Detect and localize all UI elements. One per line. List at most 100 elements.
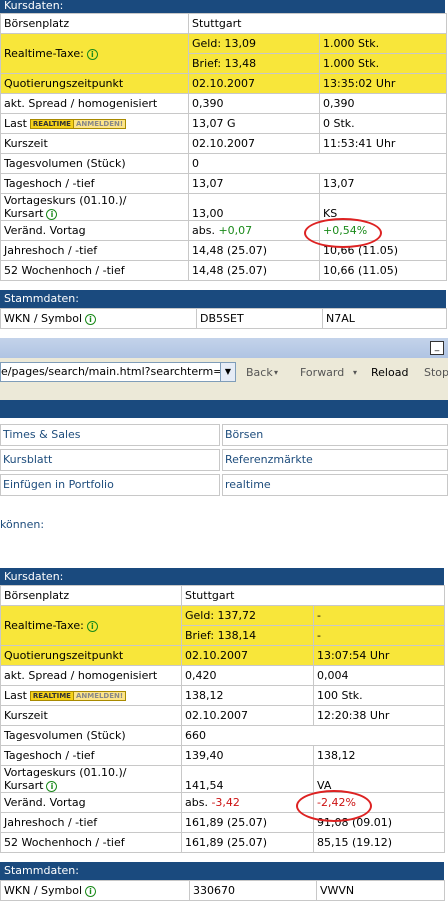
value-1: 139,40 bbox=[181, 745, 314, 766]
label: Veränd. Vortag bbox=[0, 220, 189, 241]
url-text[interactable]: e/pages/search/main.html?searchterm=3306 bbox=[1, 365, 221, 378]
info-icon[interactable]: i bbox=[85, 885, 96, 897]
value-2: 85,15 (19.12) bbox=[312, 832, 446, 853]
url-bar[interactable]: e/pages/search/main.html?searchterm=3306 bbox=[0, 362, 222, 382]
label: Tagesvolumen (Stück) bbox=[0, 725, 182, 746]
abs-value: -3,42 bbox=[211, 796, 240, 809]
row-wochenhoch: 52 Wochenhoch / -tief 161,89 (25.07) 85,… bbox=[0, 832, 446, 853]
row-kurszeit: Kurszeit 02.10.2007 12:20:38 Uhr bbox=[0, 705, 446, 726]
label-line-2: Kursart bbox=[4, 207, 44, 220]
info-icon[interactable]: i bbox=[86, 48, 98, 60]
vortageskurs-label-cell: Vortageskurs (01.10.)/Kursart i bbox=[0, 193, 189, 221]
kursdaten-title: Kursdaten: bbox=[4, 0, 64, 12]
value-2: 13:07:54 Uhr bbox=[312, 645, 446, 666]
kursdaten-header-bottom: Kursdaten: bbox=[0, 568, 444, 585]
value-2: 0,390 bbox=[318, 93, 448, 114]
minimize-icon[interactable]: _ bbox=[430, 341, 444, 355]
link-referenzmaerkte[interactable]: Referenzmärkte bbox=[222, 449, 448, 471]
row-tageshoch: Tageshoch / -tief 139,40 138,12 bbox=[0, 745, 446, 766]
row-realtime-geld: Realtime-Taxe: i Geld: 137,72 - bbox=[0, 605, 446, 646]
link-boersen[interactable]: Börsen bbox=[222, 424, 448, 446]
back-button[interactable]: Back bbox=[246, 366, 273, 379]
label-line-2: Kursart bbox=[4, 779, 44, 792]
row-veraend: Veränd. Vortag abs. -3,42 -2,42% bbox=[0, 792, 446, 813]
kursdaten-table-bottom: Börsenplatz Stuttgart Realtime-Taxe: i Ge… bbox=[0, 585, 446, 853]
badge-anmelden[interactable]: ANMELDEN! bbox=[73, 691, 127, 701]
stammdaten-title: Stammdaten: bbox=[4, 292, 79, 305]
link-times-sales[interactable]: Times & Sales bbox=[0, 424, 220, 446]
forward-button[interactable]: Forward bbox=[300, 366, 344, 379]
stammdaten-header-bottom: Stammdaten: bbox=[0, 862, 444, 880]
stammdaten-table-top: WKN / Symbol i DB5SET N7AL bbox=[0, 308, 447, 329]
realtime-anmelden-badge[interactable]: REALTIME ANMELDEN! bbox=[29, 119, 127, 129]
label: akt. Spread / homogenisiert bbox=[0, 93, 189, 114]
value-1: 330670 bbox=[189, 880, 317, 901]
label: Kurszeit bbox=[0, 705, 182, 726]
info-icon[interactable]: i bbox=[86, 620, 98, 632]
realtime-anmelden-badge[interactable]: REALTIME ANMELDEN! bbox=[29, 691, 127, 701]
row-tagesvolumen: Tagesvolumen (Stück) 0 bbox=[0, 153, 448, 174]
row-last: Last REALTIME ANMELDEN! 13,07 G 0 Stk. bbox=[0, 113, 448, 134]
value-1: 14,48 (25.07) bbox=[188, 240, 320, 261]
value-2: N7AL bbox=[322, 308, 447, 329]
value-1: 02.10.2007 bbox=[181, 645, 314, 666]
brief-qty: - bbox=[312, 625, 446, 646]
info-icon[interactable]: i bbox=[85, 313, 96, 325]
forward-dropdown-icon[interactable]: ▾ bbox=[353, 368, 357, 377]
row-kurszeit: Kurszeit 02.10.2007 11:53:41 Uhr bbox=[0, 133, 448, 154]
label: Jahreshoch / -tief bbox=[0, 812, 182, 833]
link-einfuegen-portfolio[interactable]: Einfügen in Portfolio bbox=[0, 474, 220, 496]
value: Stuttgart bbox=[187, 13, 448, 34]
value-2: 0 Stk. bbox=[318, 113, 448, 134]
badge-anmelden[interactable]: ANMELDEN! bbox=[73, 119, 127, 129]
reload-button[interactable]: Reload bbox=[371, 366, 408, 379]
link-kursblatt[interactable]: Kursblatt bbox=[0, 449, 220, 471]
stammdaten-table-bottom: WKN / Symbol i 330670 VWVN bbox=[0, 880, 445, 901]
label: akt. Spread / homogenisiert bbox=[0, 665, 182, 686]
dropdown-arrow-icon[interactable]: ▼ bbox=[220, 362, 236, 382]
row-boersenplatz: Börsenplatz Stuttgart bbox=[0, 13, 448, 34]
badge-realtime[interactable]: REALTIME bbox=[29, 691, 74, 701]
wkn-label-cell: WKN / Symbol i bbox=[0, 308, 197, 329]
row-wkn: WKN / Symbol i DB5SET N7AL bbox=[0, 308, 447, 329]
value-1: 02.10.2007 bbox=[188, 133, 320, 154]
realtime-taxe-label: Realtime-Taxe: i bbox=[0, 605, 182, 646]
last-label-cell: Last REALTIME ANMELDEN! bbox=[0, 685, 182, 706]
value-2: 10,66 (11.05) bbox=[318, 260, 448, 281]
label: Last bbox=[4, 117, 27, 130]
value-2: 0,004 bbox=[312, 665, 446, 686]
label: Jahreshoch / -tief bbox=[0, 240, 189, 261]
browser-chrome: _ e/pages/search/main.html?searchterm=33… bbox=[0, 338, 448, 400]
wkn-label-cell: WKN / Symbol i bbox=[0, 880, 190, 901]
value-1: 02.10.2007 bbox=[188, 73, 320, 94]
label: 52 Wochenhoch / -tief bbox=[0, 260, 189, 281]
stop-button[interactable]: Stop bbox=[424, 366, 448, 379]
row-quotierung: Quotierungszeitpunkt 02.10.2007 13:07:54… bbox=[0, 645, 446, 666]
value-1: 161,89 (25.07) bbox=[181, 832, 314, 853]
abs-value: +0,07 bbox=[218, 224, 253, 237]
value-2: KS bbox=[318, 193, 448, 221]
label: WKN / Symbol bbox=[4, 312, 82, 325]
value-2: VWVN bbox=[316, 880, 445, 901]
value-1: 14,48 (25.07) bbox=[188, 260, 320, 281]
label: Börsenplatz bbox=[0, 13, 189, 34]
value-1: 13,07 G bbox=[188, 113, 320, 134]
back-dropdown-icon[interactable]: ▾ bbox=[274, 368, 278, 377]
row-last: Last REALTIME ANMELDEN! 138,12 100 Stk. bbox=[0, 685, 446, 706]
info-icon[interactable]: i bbox=[46, 208, 58, 220]
badge-realtime[interactable]: REALTIME bbox=[29, 119, 74, 129]
info-icon[interactable]: i bbox=[46, 780, 58, 792]
value: 0 bbox=[187, 153, 448, 174]
koennen-text: können: bbox=[0, 518, 45, 531]
brief-qty: 1.000 Stk. bbox=[318, 53, 448, 74]
value-1: 02.10.2007 bbox=[181, 705, 314, 726]
stammdaten-title: Stammdaten: bbox=[4, 864, 79, 877]
vortageskurs-label-cell: Vortageskurs (01.10.)/Kursart i bbox=[0, 765, 182, 793]
row-wochenhoch: 52 Wochenhoch / -tief 14,48 (25.07) 10,6… bbox=[0, 260, 448, 281]
annotation-circle-bottom bbox=[296, 790, 372, 822]
abs-label: abs. bbox=[185, 796, 208, 809]
row-spread: akt. Spread / homogenisiert 0,420 0,004 bbox=[0, 665, 446, 686]
value-2: 13,07 bbox=[318, 173, 448, 194]
link-realtime[interactable]: realtime bbox=[222, 474, 448, 496]
value-2: 138,12 bbox=[312, 745, 446, 766]
